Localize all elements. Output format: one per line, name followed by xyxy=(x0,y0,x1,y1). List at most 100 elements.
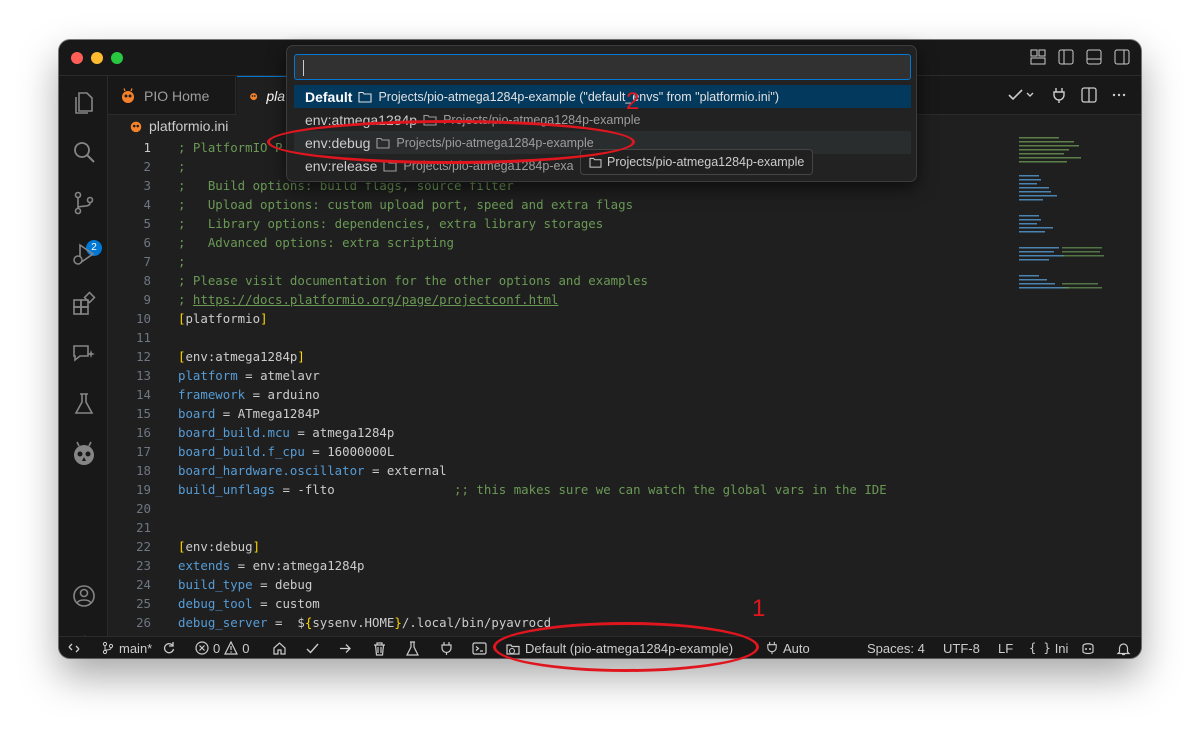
code-line[interactable]: 23 extends = env:atmega1284p xyxy=(108,556,1141,575)
code-line[interactable]: 13 platform = atmelavr xyxy=(108,366,1141,385)
code-line[interactable]: 20 xyxy=(108,499,1141,518)
code-line[interactable]: 19 build_unflags = -flto ;; this makes su… xyxy=(108,480,1141,499)
pio-home-button[interactable] xyxy=(272,637,287,658)
quick-pick-input[interactable] xyxy=(294,54,911,80)
tab-label: pla xyxy=(266,88,285,104)
breadcrumb[interactable]: platformio.ini xyxy=(129,115,228,137)
encoding-indicator[interactable]: UTF-8 xyxy=(943,637,980,658)
code-text: ; xyxy=(178,157,185,176)
code-token: ; xyxy=(178,254,186,269)
code-text: extends = env:atmega1284p xyxy=(178,556,365,575)
code-token: ; xyxy=(178,159,186,174)
editor-actions xyxy=(1007,87,1127,103)
code-line[interactable]: 16 board_build.mcu = atmega1284p xyxy=(108,423,1141,442)
more-actions-icon[interactable] xyxy=(1111,87,1127,103)
line-number: 5 xyxy=(143,216,151,231)
language-mode-indicator[interactable]: { } Ini xyxy=(1029,637,1068,658)
code-token: ] xyxy=(260,311,268,326)
code-line[interactable]: 8 ; Please visit documentation for the ot… xyxy=(108,271,1141,290)
code-token: = atmelavr xyxy=(237,368,320,383)
code-text: platform = atmelavr xyxy=(178,366,320,385)
toggle-secondary-sidebar-icon[interactable] xyxy=(1113,48,1131,66)
line-number: 9 xyxy=(143,292,151,307)
code-line[interactable]: 6 ; Advanced options: extra scripting xyxy=(108,233,1141,252)
indentation-indicator[interactable]: Spaces: 4 xyxy=(867,637,925,658)
code-line[interactable]: 17 board_build.f_cpu = 16000000L xyxy=(108,442,1141,461)
pio-upload-button[interactable] xyxy=(338,637,353,658)
line-number: 4 xyxy=(143,197,151,212)
code-token: env:atmega1284p xyxy=(185,349,298,364)
remote-indicator[interactable] xyxy=(67,637,81,658)
copilot-button[interactable] xyxy=(1080,637,1096,658)
code-line[interactable]: 18 board_hardware.oscillator = external xyxy=(108,461,1141,480)
code-line[interactable]: 10 [platformio] xyxy=(108,309,1141,328)
code-token: ] xyxy=(252,539,261,554)
annotation-number-2: 2 xyxy=(626,88,640,115)
chat-icon[interactable] xyxy=(71,341,97,367)
check-dropdown-icon[interactable] xyxy=(1007,87,1037,103)
extensions-icon[interactable] xyxy=(71,291,97,317)
tooltip-text: Projects/pio-atmega1284p-example xyxy=(607,155,805,169)
code-line[interactable]: 15 board = ATmega1284P xyxy=(108,404,1141,423)
line-number: 8 xyxy=(143,273,151,288)
code-token: sysenv.HOME xyxy=(312,615,395,630)
branch-indicator[interactable]: main* xyxy=(101,637,152,658)
code-line[interactable]: 21 xyxy=(108,518,1141,537)
customize-layout-icon[interactable] xyxy=(1029,48,1047,66)
platformio-icon[interactable] xyxy=(71,441,97,467)
code-token: ; Please visit documentation for the oth… xyxy=(178,273,648,288)
toggle-primary-sidebar-icon[interactable] xyxy=(1057,48,1075,66)
eol-indicator[interactable]: LF xyxy=(998,637,1013,658)
code-line[interactable]: 14 framework = arduino xyxy=(108,385,1141,404)
minimap[interactable] xyxy=(1017,135,1117,305)
code-token: ; Upload options: custom upload port, sp… xyxy=(178,197,634,212)
close-window-button[interactable] xyxy=(71,52,83,64)
accounts-icon[interactable] xyxy=(71,583,97,609)
line-number: 21 xyxy=(136,520,151,535)
code-line[interactable]: 4 ; Upload options: custom upload port, s… xyxy=(108,195,1141,214)
pio-terminal-button[interactable] xyxy=(472,637,487,658)
pio-test-button[interactable] xyxy=(405,637,420,658)
source-control-icon[interactable] xyxy=(71,190,97,216)
code-line[interactable]: 9 ; https://docs.platformio.org/page/proj… xyxy=(108,290,1141,309)
search-icon[interactable] xyxy=(71,139,97,165)
code-token: = ATmega1284P xyxy=(215,406,320,421)
line-number: 26 xyxy=(136,615,151,630)
testing-icon[interactable] xyxy=(71,391,97,417)
error-count: 0 xyxy=(213,640,221,656)
code-line[interactable]: 22 [env:debug] xyxy=(108,537,1141,556)
code-editor[interactable]: 1; PlatformIO P 2; 3; Build options: build… xyxy=(108,137,1141,636)
code-token: framework xyxy=(178,387,246,402)
pio-port-switcher[interactable]: Auto xyxy=(765,637,810,658)
minimize-window-button[interactable] xyxy=(91,52,103,64)
tab-pio-home[interactable]: PIO Home xyxy=(108,76,236,115)
code-text: ; https://docs.platformio.org/page/proje… xyxy=(178,290,558,309)
explorer-icon[interactable] xyxy=(71,89,97,115)
code-token: debug_tool xyxy=(178,596,253,611)
pio-clean-button[interactable] xyxy=(372,637,387,658)
run-debug-icon[interactable] xyxy=(71,241,97,267)
pio-monitor-button[interactable] xyxy=(439,637,454,658)
toggle-panel-icon[interactable] xyxy=(1085,48,1103,66)
code-line[interactable]: 7; xyxy=(108,252,1141,271)
code-line[interactable]: 24 build_type = debug xyxy=(108,575,1141,594)
code-line[interactable]: 5 ; Library options: dependencies, extra … xyxy=(108,214,1141,233)
code-line[interactable]: 11 xyxy=(108,328,1141,347)
sync-button[interactable] xyxy=(162,637,176,658)
flask-icon xyxy=(406,640,419,656)
zoom-window-button[interactable] xyxy=(111,52,123,64)
line-number: 11 xyxy=(136,330,151,345)
split-editor-icon[interactable] xyxy=(1081,87,1097,103)
line-number: 6 xyxy=(143,235,151,250)
code-text: build_type = debug xyxy=(178,575,312,594)
notifications-button[interactable] xyxy=(1116,637,1131,658)
code-line[interactable]: 12 [env:atmega1284p] xyxy=(108,347,1141,366)
code-line[interactable]: 25 debug_tool = custom xyxy=(108,594,1141,613)
problems-indicator[interactable]: 0 0 xyxy=(195,637,249,658)
quick-pick-item-default[interactable]: Default Projects/pio-atmega1284p-example… xyxy=(294,85,911,108)
breadcrumb-file[interactable]: platformio.ini xyxy=(149,118,228,134)
code-token: board xyxy=(178,406,216,421)
plug-icon[interactable] xyxy=(1051,87,1067,103)
remote-icon xyxy=(68,643,80,653)
pio-build-button[interactable] xyxy=(305,637,320,658)
